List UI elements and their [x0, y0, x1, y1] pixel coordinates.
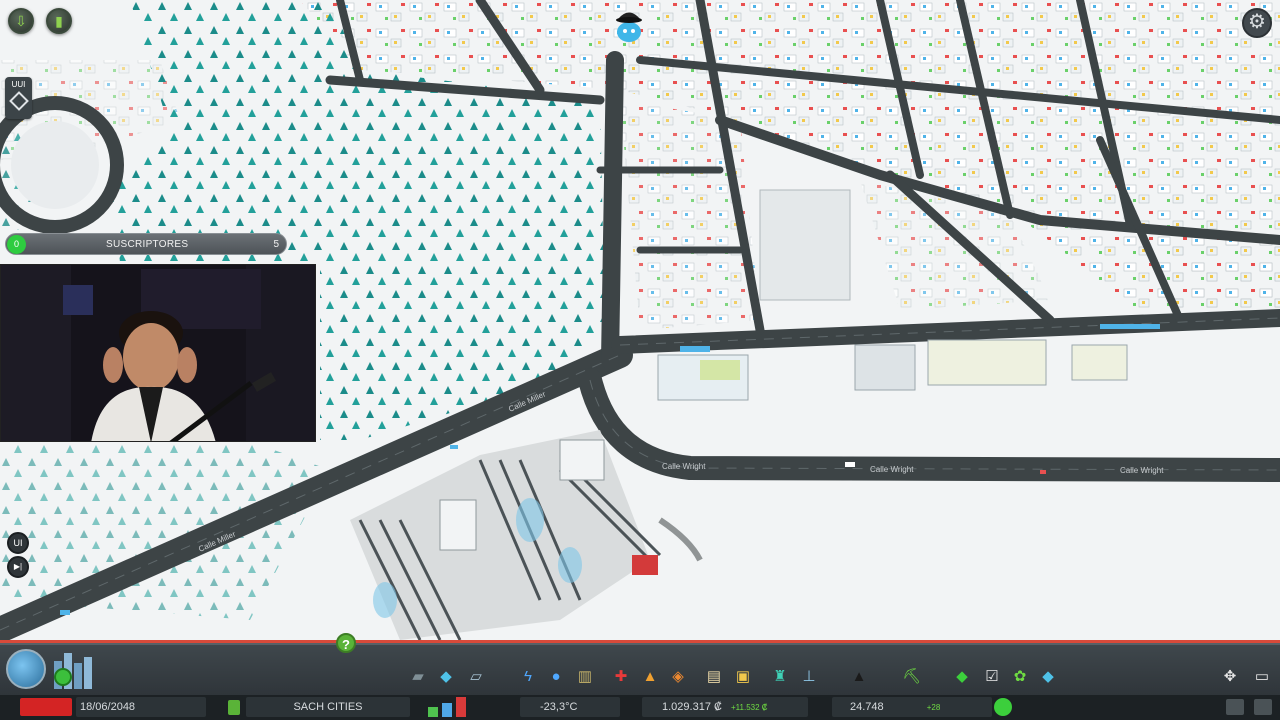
info-panel-button[interactable]: ▮ — [46, 8, 72, 34]
population-text: 24.748 — [850, 701, 884, 713]
population-display: 24.748 +28 — [832, 697, 992, 717]
districts-icon[interactable]: ▱ — [466, 667, 486, 685]
subscribers-goal-bar: 0 SUSCRIPTORES 5 — [5, 233, 287, 255]
screenshot-icon[interactable] — [1226, 699, 1244, 715]
street-label: Calle Wright — [1120, 466, 1164, 475]
unique-buildings-icon[interactable]: ◆ — [952, 667, 972, 685]
play-pause-label: ▶| — [13, 562, 23, 571]
ui-side-label: UI — [13, 538, 23, 548]
speed-controls[interactable] — [20, 698, 72, 716]
landscaping-icon[interactable]: ⛏ — [902, 667, 922, 685]
date-display: 18/06/2048 — [76, 697, 206, 717]
play-pause-button[interactable]: ▶| — [7, 556, 29, 578]
electricity-icon[interactable]: ϟ — [518, 667, 538, 685]
police-icon[interactable]: ◈ — [668, 667, 688, 685]
subs-count: 0 — [7, 235, 26, 254]
info-views-icon[interactable]: ◆ — [1038, 667, 1058, 685]
diamond-icon — [8, 91, 29, 111]
fire-icon[interactable]: ▲ — [640, 667, 660, 685]
move-camera-icon[interactable]: ✥ — [1220, 667, 1240, 685]
chirper-bird-icon[interactable] — [612, 6, 646, 44]
public-transport-icon[interactable]: ▣ — [733, 667, 753, 685]
settings-gear-icon[interactable]: ⚙ — [1242, 8, 1272, 38]
healthcare-icon[interactable]: ✚ — [611, 667, 631, 685]
roads-icon[interactable]: ▰ — [408, 667, 428, 685]
streamer-webcam — [0, 264, 316, 442]
city-name-display[interactable]: SACH CITIES — [246, 697, 410, 717]
street-label: Calle Wright — [662, 462, 706, 471]
demand-meter — [426, 697, 470, 717]
city-info-bar: 18/06/2048 SACH CITIES -23,3°C 1.029.317… — [0, 695, 1280, 720]
garbage-icon[interactable]: ▥ — [575, 667, 595, 685]
monuments-icon[interactable]: ⊥ — [799, 667, 819, 685]
globe-icon[interactable] — [6, 649, 46, 689]
population-delta-text: +28 — [926, 703, 941, 712]
ui-toggle-button[interactable]: UUI — [5, 77, 32, 119]
subs-goal: 5 — [273, 239, 279, 250]
policies-icon[interactable]: ☑ — [982, 667, 1002, 685]
download-button[interactable]: ⇩ — [8, 8, 34, 34]
city-skyline-icon[interactable] — [50, 649, 102, 689]
money-text: 1.029.317 ₡ — [662, 701, 722, 713]
disasters-icon[interactable]: ▲ — [849, 667, 869, 685]
free-camera-icon[interactable] — [1254, 699, 1272, 715]
happiness-smiley-icon[interactable] — [994, 698, 1012, 716]
water-icon[interactable]: ● — [546, 667, 566, 685]
temperature-text: -23,3°C — [540, 701, 578, 713]
city-pause-icon[interactable] — [228, 700, 240, 715]
help-button[interactable]: ? — [336, 633, 356, 653]
income-text: +11.532 ₡ — [731, 703, 768, 712]
menu-icon[interactable]: ▭ — [1252, 667, 1272, 685]
street-label: Calle Wright — [870, 465, 914, 474]
economy-icon[interactable]: ✿ — [1010, 667, 1030, 685]
money-display: 1.029.317 ₡ +11.532 ₡ — [642, 697, 808, 717]
date-text: 18/06/2048 — [80, 701, 136, 713]
subs-label: SUSCRIPTORES — [106, 239, 189, 250]
main-toolbar: ▰ ◆ ▱ ϟ ● ▥ ✚ ▲ ◈ ▤ ▣ ♜ ⊥ ▲ ⛏ ◆ ☑ ✿ ◆ ✥ … — [0, 643, 1280, 695]
city-name: SACH CITIES — [293, 701, 363, 713]
ui-toggle-label: UUI — [11, 80, 26, 89]
decoration-icon[interactable]: ♜ — [770, 667, 790, 685]
ui-side-button[interactable]: UI — [7, 532, 29, 554]
temperature-display: -23,3°C — [520, 697, 620, 717]
education-icon[interactable]: ▤ — [704, 667, 724, 685]
zoning-icon[interactable]: ◆ — [436, 667, 456, 685]
